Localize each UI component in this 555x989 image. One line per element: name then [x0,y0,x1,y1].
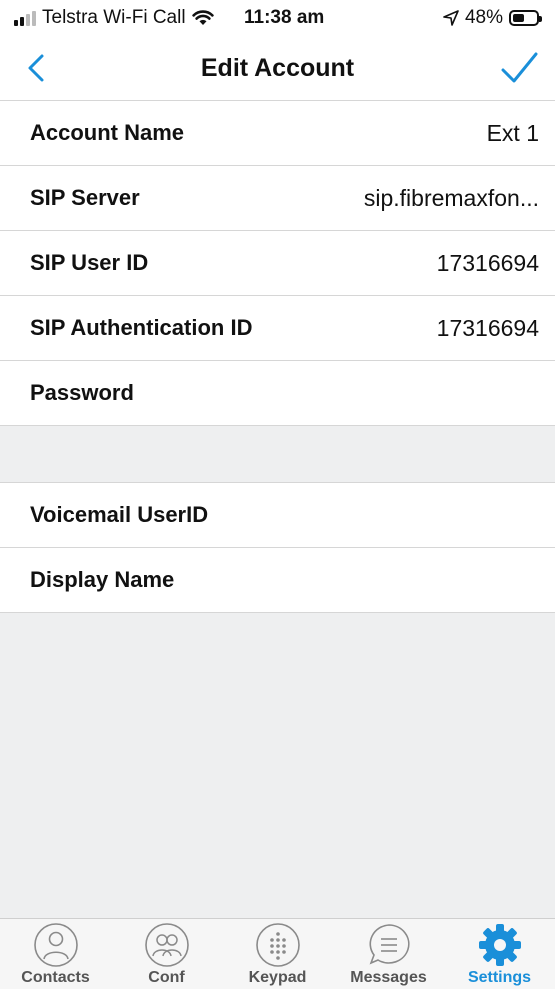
carrier-label: Telstra Wi-Fi Call [42,7,186,28]
gear-icon [479,924,521,966]
sip-auth-id-row[interactable]: SIP Authentication ID 17316694 [0,296,555,361]
sip-user-id-row[interactable]: SIP User ID 17316694 [0,231,555,296]
tab-messages[interactable]: Messages [333,919,444,989]
sip-user-id-value[interactable]: 17316694 [437,250,539,277]
account-form: Account Name Ext 1 SIP Server sip.fibrem… [0,101,555,613]
account-name-value[interactable]: Ext 1 [487,120,539,147]
display-name-label: Display Name [30,567,175,592]
group-icon [145,923,189,967]
status-bar: Telstra Wi-Fi Call 11:38 am 48% [0,0,555,36]
battery-icon [509,10,542,26]
tab-settings[interactable]: Settings [444,919,555,989]
message-icon [369,924,410,965]
voicemail-userid-label: Voicemail UserID [30,502,209,527]
page-title: Edit Account [200,54,355,82]
password-label: Password [30,380,134,405]
sip-server-label: SIP Server [30,185,140,210]
sip-server-row[interactable]: SIP Server sip.fibremaxfon... [0,166,555,231]
account-name-row[interactable]: Account Name Ext 1 [0,101,555,166]
battery-percent: 48% [464,7,503,28]
sip-user-id-label: SIP User ID [30,250,149,275]
section-spacer [0,426,555,483]
signal-icon [14,10,36,26]
tab-contacts-label: Contacts [21,969,90,986]
tab-contacts[interactable]: Contacts [0,919,111,989]
location-arrow-icon [443,10,459,26]
tab-conf-label: Conf [148,969,185,986]
tab-keypad[interactable]: Keypad [222,919,333,989]
battery-fill [513,14,524,22]
voicemail-userid-row[interactable]: Voicemail UserID [0,483,555,548]
account-name-label: Account Name [30,120,185,145]
display-name-row[interactable]: Display Name [0,548,555,613]
person-icon [34,923,78,967]
sip-auth-id-label: SIP Authentication ID [30,315,253,340]
status-left: Telstra Wi-Fi Call [14,7,214,29]
tab-messages-label: Messages [350,969,427,986]
password-row[interactable]: Password [0,361,555,426]
navigation-bar: Edit Account [0,36,555,101]
wifi-icon [191,10,214,25]
keypad-icon [256,923,300,967]
status-time: 11:38 am [244,7,325,28]
tab-conf[interactable]: Conf [111,919,222,989]
sip-auth-id-value[interactable]: 17316694 [437,315,539,342]
tab-bar: Contacts Conf Keypad Messages Settings [0,918,555,989]
status-right: 48% [443,7,542,29]
tab-settings-label: Settings [467,969,532,986]
tab-keypad-label: Keypad [248,969,307,986]
checkmark-icon[interactable] [497,46,541,90]
sip-server-value[interactable]: sip.fibremaxfon... [364,185,539,212]
